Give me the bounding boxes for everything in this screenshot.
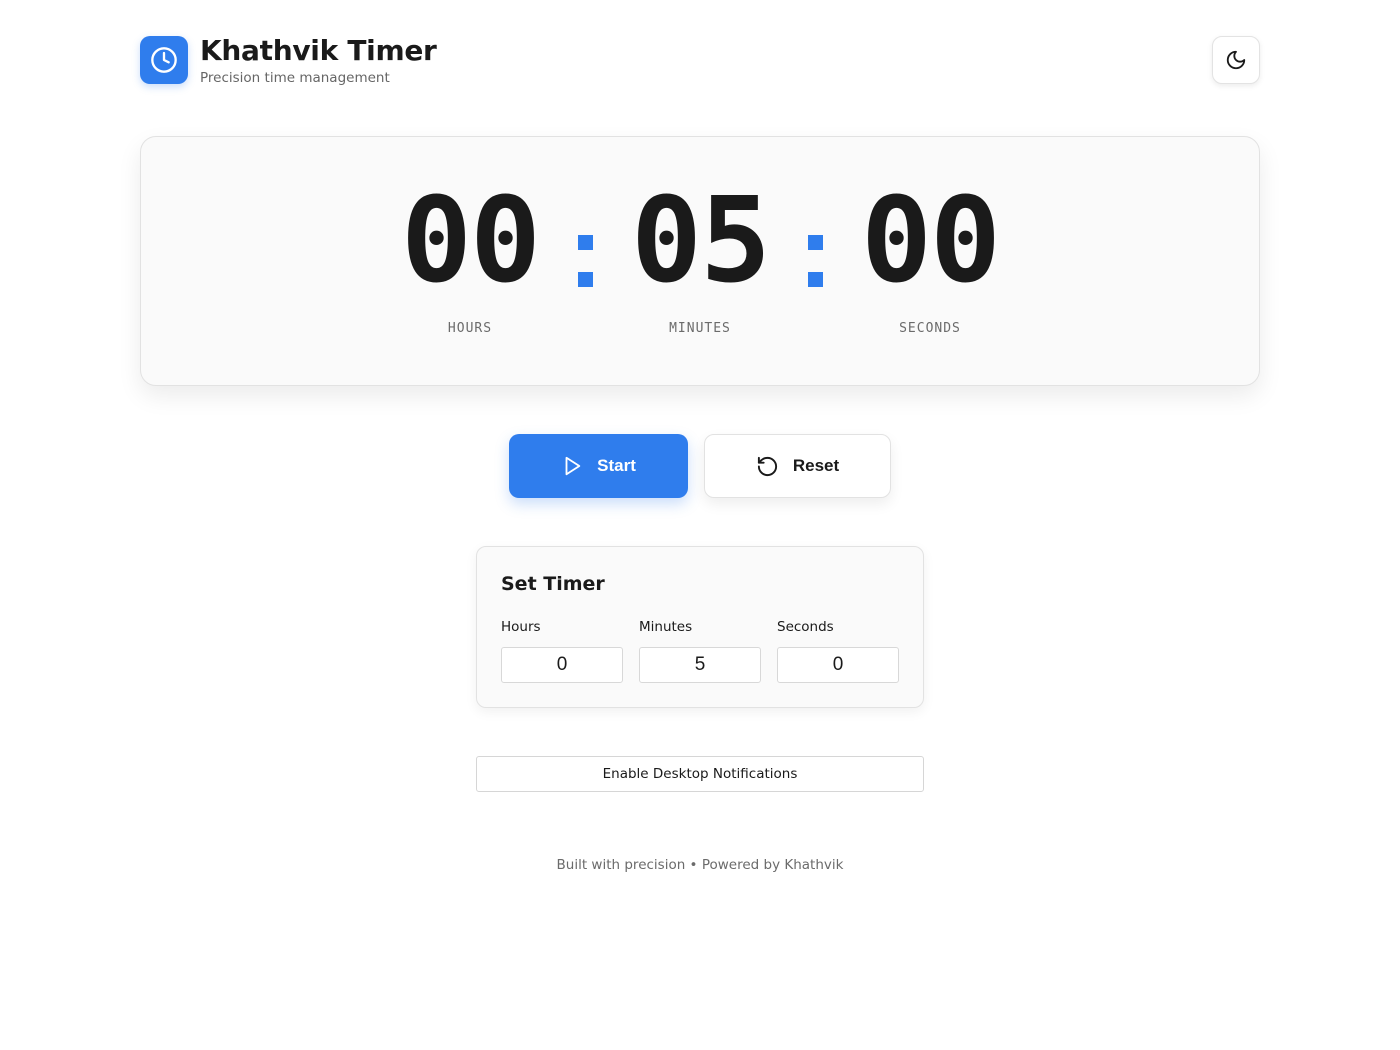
seconds-group: 00 SECONDS [840, 181, 1020, 336]
seconds-caption: SECONDS [899, 321, 961, 336]
minutes-display: 05 [630, 171, 771, 309]
play-icon [565, 456, 581, 476]
app-logo [140, 36, 188, 84]
header: Khathvik Timer Precision time management [140, 34, 1260, 86]
hours-field: Hours [501, 619, 623, 683]
timer-display: 00 HOURS 05 MINUTES 00 SECONDS [140, 136, 1260, 386]
minutes-group: 05 MINUTES [610, 181, 790, 336]
seconds-field: Seconds [777, 619, 899, 683]
hours-caption: HOURS [447, 321, 493, 336]
clock-icon [151, 47, 177, 73]
minutes-caption: MINUTES [669, 321, 731, 336]
start-button-label: Start [597, 456, 636, 475]
colon-separator [578, 235, 594, 287]
minutes-field-label: Minutes [639, 619, 693, 635]
seconds-input[interactable] [777, 647, 899, 683]
hours-field-label: Hours [501, 619, 541, 635]
set-timer-panel: Set Timer Hours Minutes Seconds [476, 546, 924, 708]
timer-app: Khathvik Timer Precision time management… [0, 0, 1400, 1050]
app-title: Khathvik Timer [200, 34, 437, 67]
hours-group: 00 HOURS [380, 181, 560, 336]
seconds-field-label: Seconds [777, 619, 834, 635]
hours-display: 00 [400, 171, 541, 309]
minutes-field: Minutes [639, 619, 761, 683]
start-button[interactable]: Start [509, 434, 688, 498]
colon-separator [808, 235, 824, 287]
minutes-input[interactable] [639, 647, 761, 683]
set-timer-title: Set Timer [501, 573, 605, 595]
theme-toggle-button[interactable] [1212, 36, 1260, 84]
moon-icon [1226, 50, 1246, 70]
footer-text: Built with precision • Powered by Khathv… [556, 857, 844, 873]
reset-button[interactable]: Reset [704, 434, 891, 498]
hours-input[interactable] [501, 647, 623, 683]
seconds-display: 00 [860, 171, 1001, 309]
reset-button-label: Reset [792, 456, 840, 475]
app-subtitle: Precision time management [200, 70, 390, 86]
enable-notifications-button[interactable]: Enable Desktop Notifications [476, 756, 924, 792]
rotate-ccw-icon [757, 456, 777, 476]
